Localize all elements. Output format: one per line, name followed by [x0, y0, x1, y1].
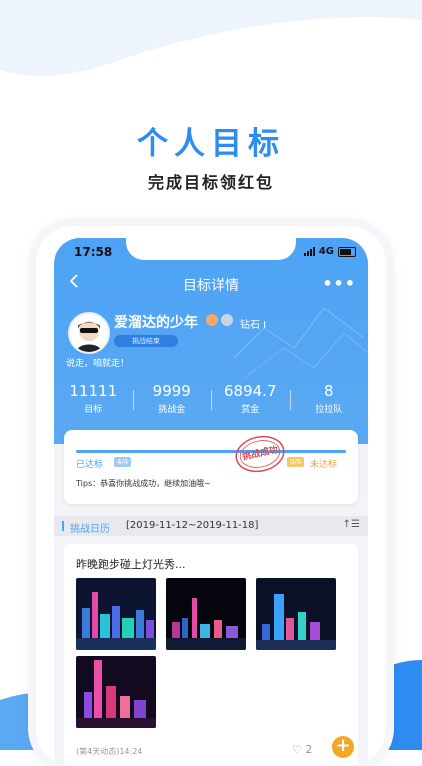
stats-row: 11111 目标 9999 挑战金 6894.7 赏金 8 拉拉队	[54, 382, 368, 415]
calendar-date-range: [2019-11-12~2019-11-18]	[126, 520, 259, 531]
calendar-header: 挑战日历 [2019-11-12~2019-11-18] ↑☰	[54, 516, 368, 536]
phone-frame: 17:58 4G 目标详情 ••• 爱溜达的少年 钻石 I 挑战结束 说走，咱就…	[36, 226, 386, 766]
stat-label: 目标	[84, 405, 103, 415]
signal-icon	[303, 247, 315, 256]
status-icons: 4G	[303, 246, 356, 257]
rank-level: 钻石 I	[240, 320, 267, 331]
stat-value: 11111	[69, 382, 118, 400]
medal-icon	[206, 314, 218, 326]
post-text: 昨晚跑步碰上灯光秀...	[76, 558, 186, 571]
tips-text: Tips：恭喜你挑战成功，继续加油哦~	[76, 479, 211, 488]
username: 爱溜达的少年	[114, 315, 198, 331]
night-skyline-image	[256, 578, 336, 650]
section-accent	[62, 521, 64, 531]
network-label: 4G	[318, 246, 334, 257]
add-button[interactable]: +	[332, 736, 354, 758]
miss-count: 0/8	[287, 457, 305, 467]
stat-reward: 6894.7 赏金	[211, 382, 290, 415]
night-skyline-image	[76, 578, 156, 650]
avatar[interactable]	[68, 312, 110, 354]
progress-fill	[76, 450, 346, 453]
post-photo[interactable]	[76, 656, 156, 728]
more-menu-icon[interactable]: •••	[322, 274, 356, 293]
stat-label: 挑战金	[158, 405, 186, 415]
challenge-progress-bar	[76, 450, 346, 453]
night-skyline-image	[76, 656, 156, 728]
promo-subtitle: 完成目标领红包	[147, 173, 274, 192]
page-title: 目标详情	[183, 278, 239, 294]
stat-challenge-fund: 9999 挑战金	[132, 382, 212, 415]
header-pattern	[233, 307, 368, 379]
app-screen: 17:58 4G 目标详情 ••• 爱溜达的少年 钻石 I 挑战结束 说走，咱就…	[54, 238, 368, 766]
diamond-rank-icon	[221, 314, 233, 326]
miss-label: 未达标	[310, 460, 338, 470]
stat-cheer-team[interactable]: 8 拉拉队	[289, 382, 369, 415]
promo-title: 个人目标	[137, 126, 285, 162]
stat-label: 赏金	[241, 405, 260, 415]
stat-target: 11111 目标	[54, 382, 133, 415]
status-badge: 挑战结束	[114, 335, 178, 347]
stat-value: 9999	[152, 382, 191, 400]
sort-icon[interactable]: ↑☰	[343, 519, 360, 530]
calendar-title: 挑战日历	[70, 524, 110, 535]
done-label: 已达标	[76, 460, 104, 470]
done-count: 4/4	[114, 457, 132, 467]
phone-notch	[126, 238, 296, 260]
feed-post: 昨晚跑步碰上灯光秀... (第4天动态)14:24 ♡ 2 +	[64, 544, 358, 766]
stat-label: 拉拉队	[315, 405, 343, 415]
badges	[206, 314, 233, 326]
stat-value: 8	[323, 382, 334, 400]
post-photo[interactable]	[256, 578, 336, 650]
battery-icon	[338, 246, 356, 257]
post-photo[interactable]	[76, 578, 156, 650]
night-skyline-image	[166, 578, 246, 650]
avatar-image	[76, 321, 102, 352]
post-photo[interactable]	[166, 578, 246, 650]
post-timestamp: (第4天动态)14:24	[76, 747, 143, 756]
status-time: 17:58	[74, 245, 113, 259]
motto: 说走，咱就走！	[66, 359, 130, 369]
stat-value: 6894.7	[224, 382, 277, 400]
challenge-result-card: 已达标 4/4 0/8 未达标 挑战成功 Tips：恭喜你挑战成功，继续加油哦~	[64, 430, 358, 504]
